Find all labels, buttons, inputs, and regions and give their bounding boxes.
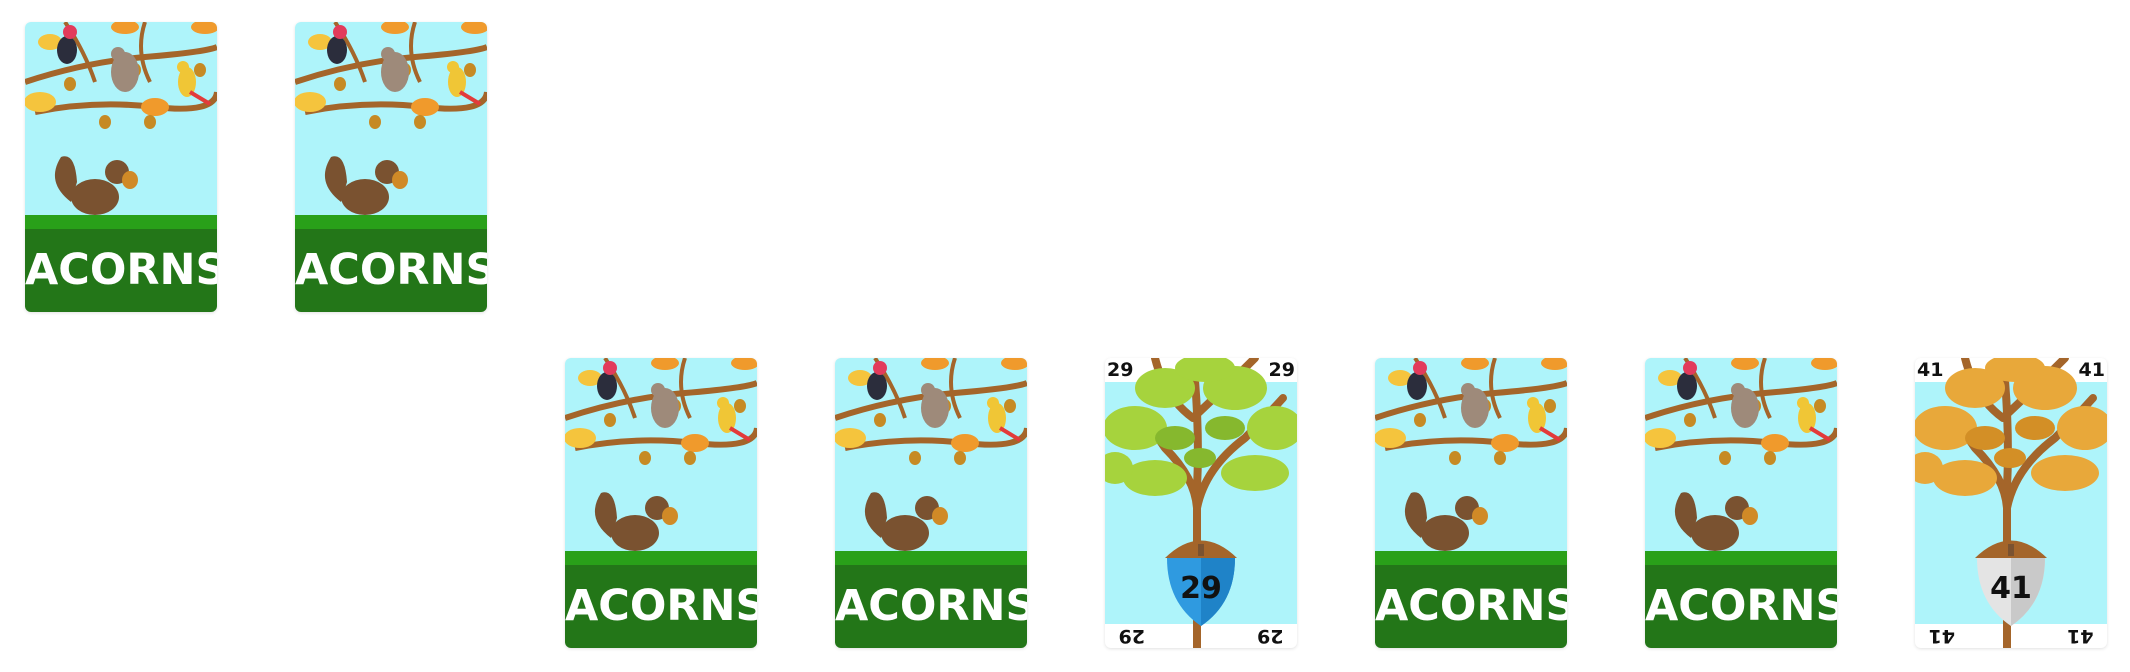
corner-rank-bottom-right: 41 <box>2067 625 2094 647</box>
card-back-grass <box>295 215 487 229</box>
card-back-label: ACORNS <box>1645 565 1837 648</box>
card-back-grass <box>25 215 217 229</box>
card-back-grass <box>1645 551 1837 565</box>
card-back-grass <box>835 551 1027 565</box>
card-back-grass <box>1375 551 1567 565</box>
card-back-art <box>25 22 217 218</box>
card-back-art <box>1375 358 1567 554</box>
corner-rank-bottom-left: 29 <box>1118 625 1145 647</box>
card-back-label: ACORNS <box>295 229 487 312</box>
card-value: 29 <box>1180 571 1222 606</box>
corner-rank-top-right: 41 <box>2078 359 2105 381</box>
card-value: 41 <box>1990 571 2032 606</box>
corner-rank-bottom-right: 29 <box>1257 625 1284 647</box>
card-back-row-2[interactable]: ACORNS <box>835 358 1027 648</box>
card-back-grass <box>565 551 757 565</box>
card-back-art <box>1645 358 1837 554</box>
card-back-top-1[interactable]: ACORNS <box>25 22 217 312</box>
card-back-label: ACORNS <box>1375 565 1567 648</box>
card-back-row-1[interactable]: ACORNS <box>565 358 757 648</box>
card-back-top-2[interactable]: ACORNS <box>295 22 487 312</box>
card-back-art <box>295 22 487 218</box>
card-back-label: ACORNS <box>25 229 217 312</box>
corner-rank-top-left: 41 <box>1917 359 1944 381</box>
corner-rank-top-right: 29 <box>1268 359 1295 381</box>
corner-rank-bottom-left: 41 <box>1928 625 1955 647</box>
card-back-row-4[interactable]: ACORNS <box>1375 358 1567 648</box>
card-face-41[interactable]: 41 41 41 41 41 <box>1915 358 2107 648</box>
card-back-art <box>835 358 1027 554</box>
corner-rank-top-left: 29 <box>1107 359 1134 381</box>
card-back-label: ACORNS <box>835 565 1027 648</box>
card-face-29[interactable]: 29 29 29 29 29 <box>1105 358 1297 648</box>
card-back-art <box>565 358 757 554</box>
card-back-label: ACORNS <box>565 565 757 648</box>
card-back-row-5[interactable]: ACORNS <box>1645 358 1837 648</box>
